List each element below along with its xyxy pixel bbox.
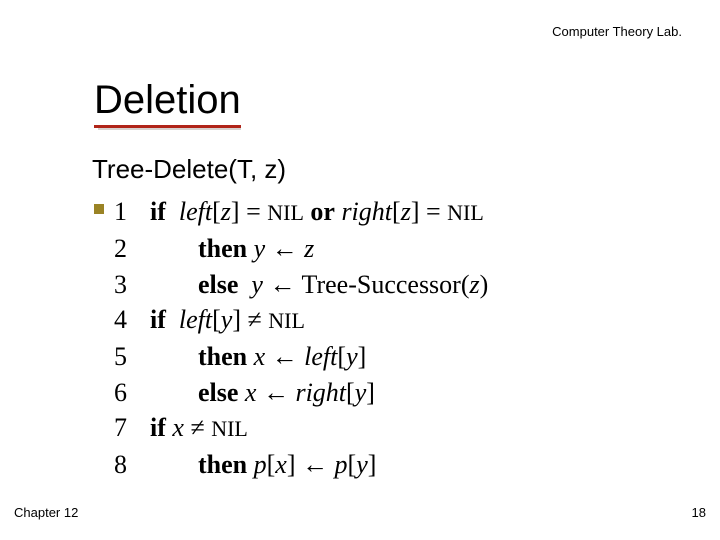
code-line: 8then p[x] ← p[y] bbox=[114, 446, 488, 482]
lab-label: Computer Theory Lab. bbox=[552, 24, 682, 39]
line-number: 1 bbox=[114, 194, 150, 230]
line-number: 6 bbox=[114, 375, 150, 411]
title-block: Deletion bbox=[94, 78, 241, 130]
line-body: then x ← left[y] bbox=[150, 338, 366, 375]
line-number: 4 bbox=[114, 302, 150, 338]
line-number: 8 bbox=[114, 447, 150, 483]
code-line: 4if left[y] ≠ NIL bbox=[114, 302, 488, 338]
line-number: 3 bbox=[114, 267, 150, 303]
line-body: if left[y] ≠ NIL bbox=[150, 302, 305, 339]
code-line: 2then y ← z bbox=[114, 230, 488, 266]
title-underline-shadow bbox=[98, 128, 241, 130]
line-number: 5 bbox=[114, 339, 150, 375]
bullet-icon bbox=[94, 204, 104, 214]
line-body: else x ← right[y] bbox=[150, 374, 375, 411]
slide-title: Deletion bbox=[94, 78, 241, 123]
code-line: 5then x ← left[y] bbox=[114, 338, 488, 374]
code-line: 1if left[z] = NIL or right[z] = NIL bbox=[114, 194, 488, 230]
code-line: 3else y ← Tree-Successor(z) bbox=[114, 266, 488, 302]
code-line: 7if x ≠ NIL bbox=[114, 410, 488, 446]
page-number: 18 bbox=[692, 505, 706, 520]
line-body: then y ← z bbox=[150, 230, 314, 267]
chapter-label: Chapter 12 bbox=[14, 505, 78, 520]
code-line: 6else x ← right[y] bbox=[114, 374, 488, 410]
line-body: else y ← Tree-Successor(z) bbox=[150, 266, 488, 303]
line-body: then p[x] ← p[y] bbox=[150, 446, 376, 483]
line-number: 7 bbox=[114, 410, 150, 446]
line-number: 2 bbox=[114, 231, 150, 267]
line-body: if left[z] = NIL or right[z] = NIL bbox=[150, 194, 484, 231]
line-body: if x ≠ NIL bbox=[150, 410, 248, 447]
pseudocode-block: 1if left[z] = NIL or right[z] = NIL 2the… bbox=[114, 194, 488, 482]
slide-subtitle: Tree-Delete(T, z) bbox=[92, 154, 286, 185]
